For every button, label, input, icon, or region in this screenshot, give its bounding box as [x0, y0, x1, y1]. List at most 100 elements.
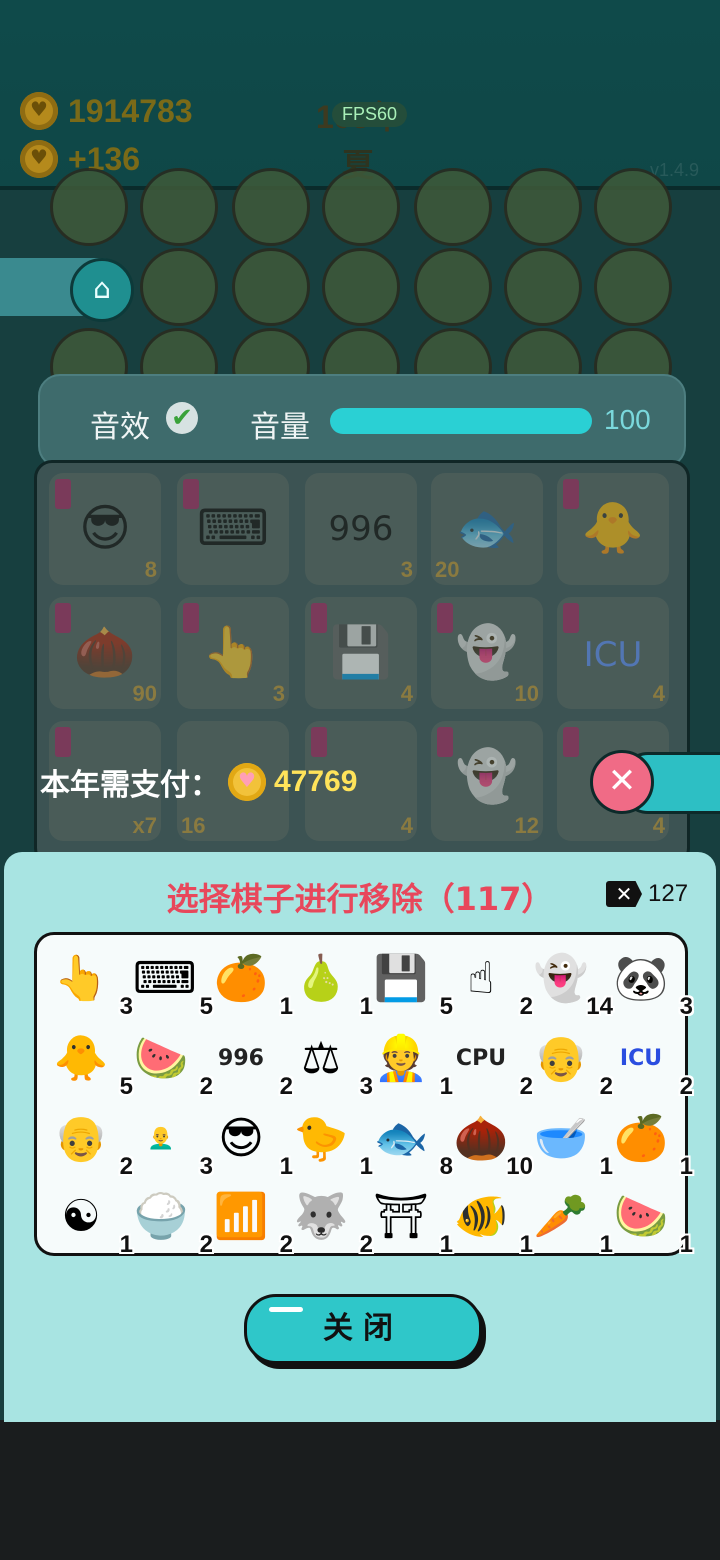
shelf-item	[140, 248, 218, 326]
board-tile: 🐥	[557, 473, 669, 585]
old-man-chick-icon: 🐥	[53, 1033, 109, 1084]
sound-effect-toggle[interactable]: ✔	[166, 402, 198, 434]
sound-effect-label: 音效	[90, 410, 150, 445]
carrot-icon: 🥕	[533, 1191, 589, 1242]
icu-icon: ICU	[619, 1046, 663, 1071]
piece-cell[interactable]: 🐼 3	[607, 945, 693, 1025]
pointing-hand-icon: 👆	[53, 953, 109, 1004]
piece-cell[interactable]: 🐠 1	[447, 1183, 533, 1263]
watermelon-icon: 🍉	[133, 1033, 189, 1084]
hand-icon: ☝	[467, 953, 495, 1004]
remove-piece-dialog: 选择棋子进行移除（117） ✕ 127 👆 3 ⌨ 5 🍊 1 🍐 1 💾 5 ☝ 2 👻 14 🐼 3 🐥 5 🍉…	[4, 852, 716, 1422]
temple-icon: ⛩	[373, 1191, 429, 1242]
shelf-item	[594, 248, 672, 326]
piece-cell[interactable]: 👴 2	[47, 1105, 133, 1185]
bald-man-icon: 👨‍🦲	[147, 1126, 175, 1151]
piece-cell[interactable]: 👨‍🦲 3	[127, 1105, 213, 1185]
yearly-payment: 本年需支付： 47769	[40, 760, 357, 804]
cancel-button[interactable]: ✕	[590, 750, 654, 814]
graphics-card-icon: 💾	[373, 953, 429, 1004]
volume-value: 100	[604, 404, 651, 435]
board-tile: 👻 10	[431, 597, 543, 709]
koi-fish-icon: 🐠	[453, 1191, 509, 1242]
shelf-item	[594, 168, 672, 246]
game-screen: 1914783 +136 105年 FPS60 夏 v1.4.9 ⌂ 音效 ✔ …	[0, 0, 720, 1560]
home-icon: ⌂	[93, 272, 111, 305]
volume-label: 音量	[250, 410, 310, 445]
piece-cell[interactable]: 👷 1	[367, 1025, 453, 1105]
cpu-icon: CPU	[455, 1046, 507, 1071]
remove-icon: ✕	[606, 881, 642, 907]
piece-cell[interactable]: ⚖ 3	[287, 1025, 373, 1105]
piece-cell[interactable]: 🐺 2	[287, 1183, 373, 1263]
board-tile: ICU 4	[557, 597, 669, 709]
balance-scale-icon: ⚖	[301, 1033, 341, 1084]
piece-cell[interactable]: CPU 2	[447, 1025, 533, 1105]
piece-cell[interactable]: 996 2	[207, 1025, 293, 1105]
board-tile: 👻 12	[431, 721, 543, 841]
home-button[interactable]: ⌂	[70, 258, 134, 322]
996-icon: 996	[218, 1046, 264, 1071]
piece-cell[interactable]: 🐤 1	[287, 1105, 373, 1185]
remove-count: ✕ 127	[606, 880, 688, 908]
shelf-item	[322, 248, 400, 326]
piece-cell[interactable]: ⌨ 5	[127, 945, 213, 1025]
piece-cell[interactable]: 🥕 1	[527, 1183, 613, 1263]
coin-icon	[20, 140, 58, 178]
piece-cell[interactable]: 👆 3	[47, 945, 133, 1025]
orange-icon: 🍊	[613, 1113, 669, 1164]
piece-cell[interactable]: 🍉 1	[607, 1183, 693, 1263]
coin-icon	[20, 92, 58, 130]
piece-cell[interactable]: 🌰 10	[447, 1105, 533, 1185]
close-icon: ✕	[607, 761, 637, 801]
piece-grid: 👆 3 ⌨ 5 🍊 1 🍐 1 💾 5 ☝ 2 👻 14 🐼 3 🐥 5 🍉 2 996 2 ⚖ 3 👷 1 CPU 2 👴 2 ICU 2 👴…	[34, 932, 693, 1258]
piece-cell[interactable]: 👴 2	[527, 1025, 613, 1105]
piece-count: 1	[679, 1231, 693, 1258]
board-tile: 996 3	[305, 473, 417, 585]
settings-bar: 音效 ✔ 音量 100	[38, 374, 686, 468]
coins-display: 1914783	[20, 92, 193, 130]
piece-cell[interactable]: 🍊 1	[207, 945, 293, 1025]
piece-cell[interactable]: 🐥 5	[47, 1025, 133, 1105]
close-button[interactable]: 关闭	[244, 1294, 482, 1364]
piece-count: 2	[679, 1073, 693, 1100]
bowl-icon: 🥣	[533, 1113, 589, 1164]
piece-cell[interactable]: ICU 2	[607, 1025, 693, 1105]
piece-cell[interactable]: ☝ 2	[447, 945, 533, 1025]
elder-at-desk-icon: 👴	[533, 1033, 589, 1084]
piece-cell[interactable]: 🍐 1	[287, 945, 373, 1025]
chick-face-icon: 🐤	[293, 1113, 349, 1164]
piece-cell[interactable]: 🍉 2	[127, 1025, 213, 1105]
shelf-item	[504, 168, 582, 246]
shelf-item	[414, 168, 492, 246]
piece-cell[interactable]: 👻 14	[527, 945, 613, 1025]
ctrl-c-v-keys-icon: ⌨	[133, 953, 197, 1004]
piece-cell[interactable]: 😎 1	[207, 1105, 293, 1185]
nut-icon: 🌰	[453, 1113, 509, 1164]
rice-bowl-icon: 🍚	[133, 1191, 189, 1242]
wifi-icon: 📶	[213, 1191, 269, 1242]
panda-icon: 🐼	[613, 953, 669, 1004]
shelf-item	[504, 248, 582, 326]
board-tile: 👆 3	[177, 597, 289, 709]
piece-cell[interactable]: 🐟 8	[367, 1105, 453, 1185]
piece-cell[interactable]: 🥣 1	[527, 1105, 613, 1185]
shelf-item	[232, 248, 310, 326]
board-tile: 😎 8	[49, 473, 161, 585]
piece-cell[interactable]: 🍚 2	[127, 1183, 213, 1263]
board-tile: 🐟 20	[431, 473, 543, 585]
piece-cell[interactable]: 🍊 1	[607, 1105, 693, 1185]
volume-slider[interactable]	[330, 408, 592, 434]
board-tile: ⌨	[177, 473, 289, 585]
shelf-item	[140, 168, 218, 246]
board-tile: 🌰 90	[49, 597, 161, 709]
piece-count: 3	[679, 993, 693, 1020]
piece-count: 1	[679, 1153, 693, 1180]
ghost-icon: 👻	[533, 953, 589, 1004]
piece-cell[interactable]: ☯ 1	[47, 1183, 133, 1263]
piece-cell[interactable]: 📶 2	[207, 1183, 293, 1263]
shelf-item	[50, 168, 128, 246]
piece-cell[interactable]: ⛩ 1	[367, 1183, 453, 1263]
piece-cell[interactable]: 💾 5	[367, 945, 453, 1025]
bagua-icon: ☯	[61, 1191, 101, 1242]
